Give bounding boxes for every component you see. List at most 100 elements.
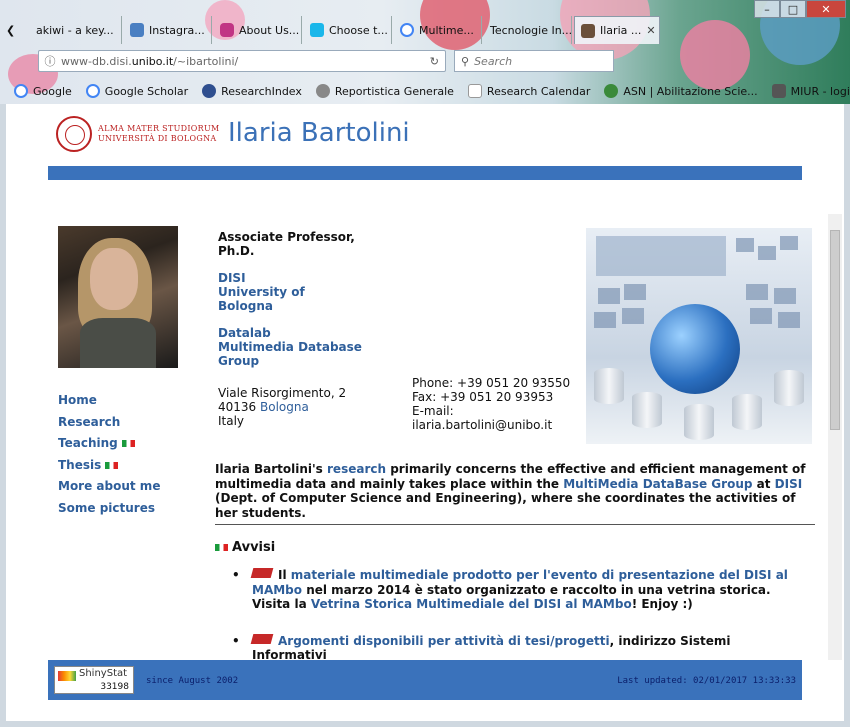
italian-flag-icon xyxy=(215,544,228,551)
nav-home-link[interactable]: Home xyxy=(58,393,97,407)
tab-scroll-left-button[interactable]: ❮ xyxy=(0,16,28,44)
close-tab-icon[interactable]: ✕ xyxy=(646,24,655,37)
tab-ilaria-active[interactable]: Ilaria ... ✕ xyxy=(574,16,660,44)
bookmark-label: Google Scholar xyxy=(104,84,189,98)
header-bar xyxy=(48,166,802,180)
bookmark-miur[interactable]: MIUR - login:miur.cine... xyxy=(771,84,850,98)
news-text: ! Enjoy :) xyxy=(631,597,693,611)
eye-image-strip xyxy=(596,236,726,276)
tab-tecnologie[interactable]: Tecnologie In... xyxy=(484,16,572,44)
footer-bar: ShinyStat 33198 since August 2002 Last u… xyxy=(48,660,802,700)
address-country: Italy xyxy=(218,414,245,428)
shinystat-logo-icon xyxy=(58,671,76,681)
nav-some-pictures-link[interactable]: Some pictures xyxy=(58,501,155,515)
tab-title: Choose t... xyxy=(329,23,388,37)
url-prefix: www-db.disi. xyxy=(61,54,132,68)
research-link[interactable]: research xyxy=(327,462,386,476)
address-bar[interactable]: ⓘ www-db.disi. unibo.it/~ibartolini/ ↻ xyxy=(38,50,446,72)
news-text: Il xyxy=(278,568,291,582)
tab-title: About Us... xyxy=(239,23,300,37)
intro-paragraph: Ilaria Bartolini's research primarily co… xyxy=(215,462,813,520)
mmdb-group-link-line1[interactable]: Multimedia Database xyxy=(218,340,362,354)
address-zip: 40136 xyxy=(218,400,257,414)
unibo-seal-icon xyxy=(56,116,92,152)
database-cylinder xyxy=(732,394,762,430)
photo-face xyxy=(90,248,138,310)
nav-thesis-link[interactable]: Thesis xyxy=(58,458,101,472)
bookmark-label: ASN | Abilitazione Scie... xyxy=(623,84,758,98)
tab-instagram[interactable]: Instagra... xyxy=(124,16,212,44)
bologna-link[interactable]: Bologna xyxy=(260,400,309,414)
image-tile xyxy=(598,288,620,304)
bookmark-google-scholar[interactable]: Google Scholar xyxy=(85,84,189,98)
vetrina-storica-link[interactable]: Vetrina Storica Multimediale del DISI al… xyxy=(311,597,632,611)
nav-teaching-link[interactable]: Teaching xyxy=(58,436,118,450)
bookmark-researchindex[interactable]: ResearchIndex xyxy=(202,84,302,98)
avvisi-heading: Avvisi xyxy=(215,540,275,555)
image-tile xyxy=(622,308,644,324)
side-nav: Home Research Teaching Thesis More about… xyxy=(58,390,160,519)
bookmark-asn[interactable]: ASN | Abilitazione Scie... xyxy=(604,84,758,98)
bookmark-google[interactable]: Google xyxy=(14,84,72,98)
disi-intro-link[interactable]: DISI xyxy=(775,477,803,491)
thesis-topics-link[interactable]: Argomenti disponibili per attività di te… xyxy=(278,634,610,648)
page-icon xyxy=(467,84,482,98)
tab-akiwi[interactable]: akiwi - a key... xyxy=(30,16,122,44)
photo-scarf xyxy=(80,318,156,368)
datalab-link[interactable]: Datalab xyxy=(218,326,271,340)
shinystat-counter[interactable]: ShinyStat 33198 xyxy=(54,666,134,694)
navigation-bar: ⓘ www-db.disi. unibo.it/~ibartolini/ ↻ ⚲ … xyxy=(0,48,850,76)
nav-research-link[interactable]: Research xyxy=(58,415,120,429)
intro-text: (Dept. of Computer Science and Engineeri… xyxy=(215,491,796,520)
info-icon[interactable]: ⓘ xyxy=(39,53,61,69)
search-placeholder: Search xyxy=(474,54,513,68)
unibo-logo[interactable]: ALMA MATER STUDIORUM UNIVERSITÀ DI BOLOG… xyxy=(56,116,220,152)
unibo-link-line2[interactable]: Bologna xyxy=(218,299,273,313)
counter-name: ShinyStat xyxy=(79,668,128,679)
multimedia-globe-image xyxy=(586,228,812,444)
divider xyxy=(215,524,815,525)
logo-text: ALMA MATER STUDIORUM UNIVERSITÀ DI BOLOG… xyxy=(98,124,220,144)
search-box[interactable]: ⚲ Search xyxy=(454,50,614,72)
tab-multimedia[interactable]: Multime... xyxy=(394,16,482,44)
image-tile xyxy=(778,312,800,328)
google-icon xyxy=(85,84,100,98)
mmdb-group-link[interactable]: MultiMedia DataBase Group xyxy=(563,477,752,491)
browser-chrome: – □ ✕ ❮ akiwi - a key... Instagra... Abo… xyxy=(0,0,850,104)
globe-icon xyxy=(315,84,330,98)
email-label: E-mail: xyxy=(412,404,454,418)
nav-more-about-me-link[interactable]: More about me xyxy=(58,479,160,493)
url-path: /~ibartolini/ xyxy=(173,54,239,68)
database-cylinder xyxy=(632,392,662,428)
fax-number: Fax: +39 051 20 93953 xyxy=(412,390,554,404)
tab-about-us[interactable]: About Us... xyxy=(214,16,302,44)
role-line-1: Associate Professor, xyxy=(218,230,355,244)
role: Associate Professor, Ph.D. xyxy=(218,230,362,258)
department: DISI University of Bologna xyxy=(218,271,362,313)
reload-icon[interactable]: ↻ xyxy=(430,55,439,68)
image-tile xyxy=(780,236,798,250)
bookmark-label: ResearchIndex xyxy=(221,84,302,98)
tab-title: Ilaria ... xyxy=(600,24,642,37)
tab-choose[interactable]: Choose t... xyxy=(304,16,392,44)
bookmark-research-calendar[interactable]: Research Calendar xyxy=(467,84,590,98)
vertical-scrollbar[interactable] xyxy=(828,214,842,660)
tab-title: Multime... xyxy=(419,23,474,37)
image-tile xyxy=(594,312,616,328)
role-line-2: Ph.D. xyxy=(218,244,255,258)
instagram-icon xyxy=(220,23,234,37)
new-badge-icon xyxy=(250,568,274,578)
image-tile xyxy=(750,308,772,324)
database-cylinder xyxy=(774,370,804,406)
image-tile xyxy=(624,284,646,300)
disi-link[interactable]: DISI xyxy=(218,271,246,285)
bookmark-reportistica[interactable]: Reportistica Generale xyxy=(315,84,454,98)
image-tile xyxy=(758,246,776,260)
unibo-link-line1[interactable]: University of xyxy=(218,285,305,299)
scrollbar-thumb[interactable] xyxy=(830,230,840,430)
phone-column: Phone: +39 051 20 93550 Fax: +39 051 20 … xyxy=(412,376,570,432)
logo-line-1: ALMA MATER STUDIORUM xyxy=(98,124,220,133)
profile-photo xyxy=(58,226,178,368)
image-tile xyxy=(774,288,796,304)
mmdb-group-link-line2[interactable]: Group xyxy=(218,354,259,368)
